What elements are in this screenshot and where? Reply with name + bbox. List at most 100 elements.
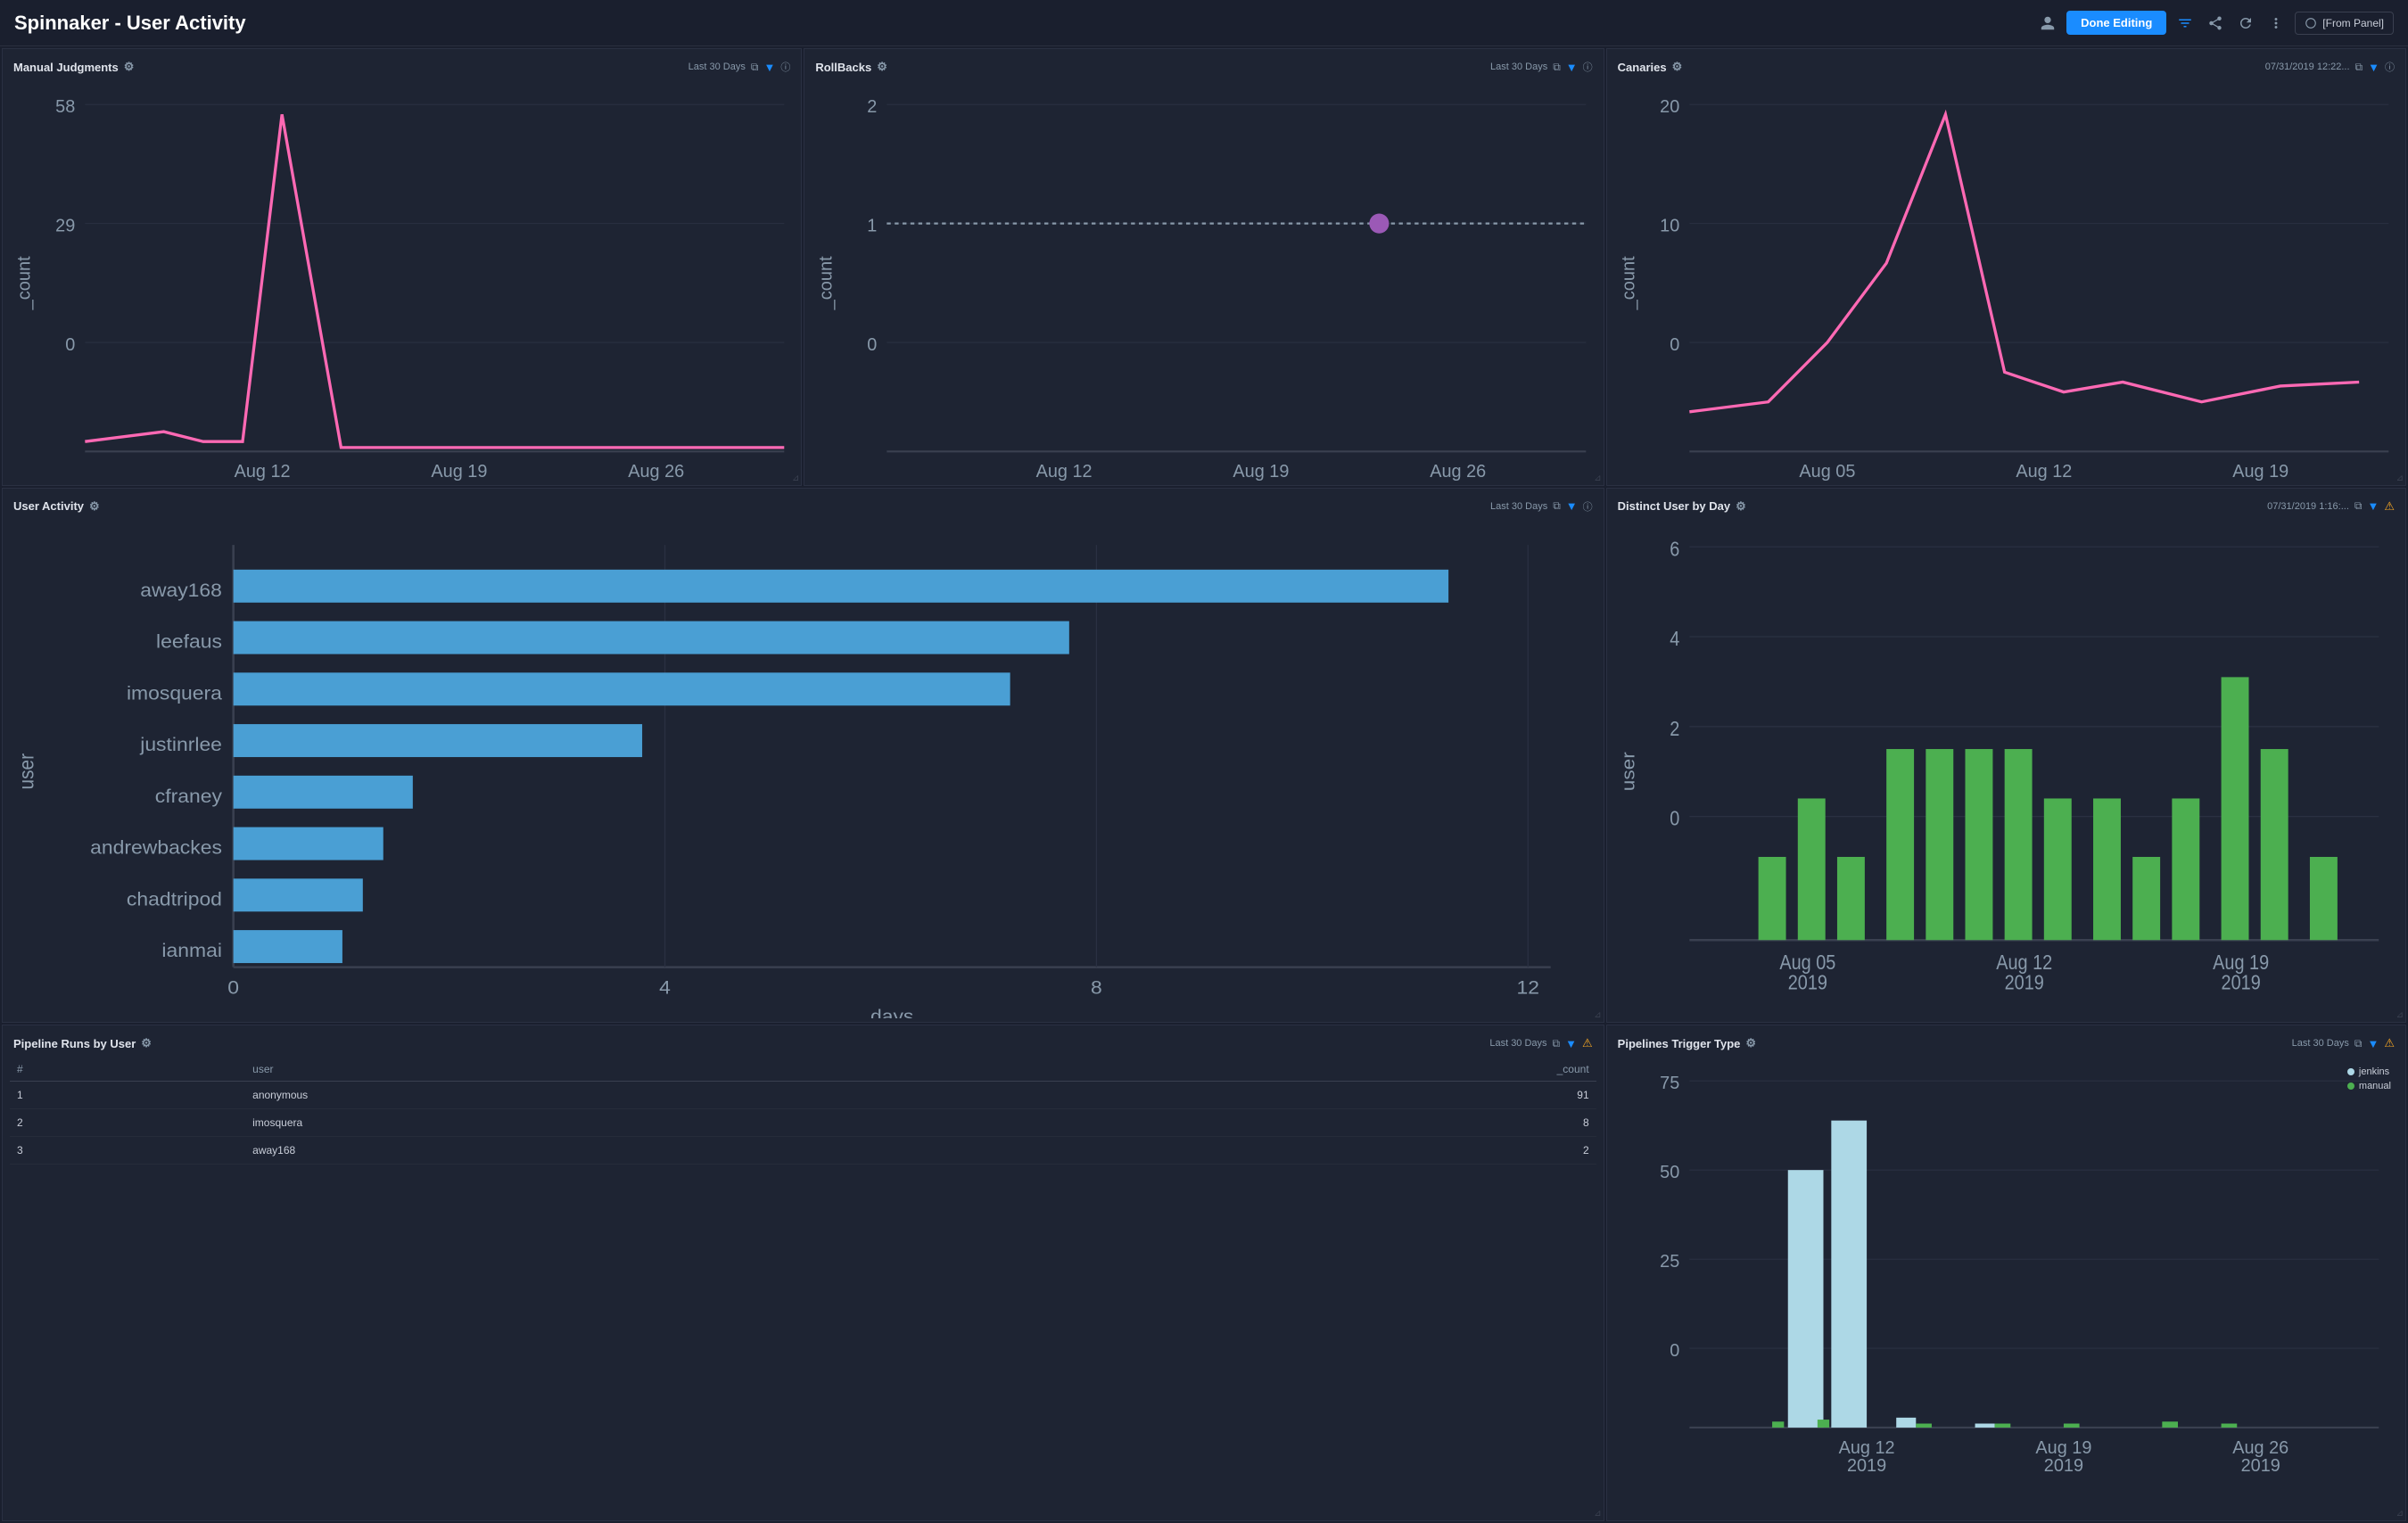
pipeline-runs-filter-icon[interactable]: ▼ bbox=[1565, 1037, 1577, 1050]
resize-handle-canaries[interactable]: ⊿ bbox=[2396, 473, 2404, 483]
user-activity-filter-icon[interactable]: ▼ bbox=[1566, 499, 1578, 513]
svg-text:cfraney: cfraney bbox=[155, 786, 222, 807]
done-editing-button[interactable]: Done Editing bbox=[2066, 11, 2166, 35]
svg-text:2019: 2019 bbox=[2043, 1456, 2082, 1476]
rollbacks-filter-icon[interactable]: ▼ bbox=[1566, 61, 1578, 74]
user-icon-button[interactable] bbox=[2036, 12, 2059, 35]
svg-text:2019: 2019 bbox=[1787, 971, 1827, 994]
svg-text:away168: away168 bbox=[140, 580, 222, 601]
panel-pipelines-trigger-header: Pipelines Trigger Type ⚙ Last 30 Days ⧉ … bbox=[1607, 1025, 2405, 1058]
manual-judgments-chart: 58 29 0 Aug 12 2019 Aug 19 2019 Aug 26 2… bbox=[3, 81, 801, 485]
filter-icon-button[interactable] bbox=[2173, 12, 2197, 35]
panel-pipeline-runs-controls: Last 30 Days ⧉ ▼ ⚠ bbox=[1489, 1036, 1592, 1050]
panel-rollbacks: RollBacks ⚙ Last 30 Days ⧉ ▼ ⓘ 2 1 0 Aug… bbox=[804, 48, 1604, 486]
manual-judgments-gear-icon[interactable]: ⚙ bbox=[124, 60, 135, 74]
rollbacks-chart: 2 1 0 Aug 12 2019 Aug 19 2019 Aug 26 201… bbox=[804, 81, 1603, 485]
refresh-icon-button[interactable] bbox=[2234, 12, 2257, 35]
pipeline-runs-table: # user _count 1 anonymous 91 2 imosquera… bbox=[10, 1058, 1596, 1165]
svg-text:2019: 2019 bbox=[1807, 480, 1846, 481]
svg-text:leefaus: leefaus bbox=[156, 630, 222, 652]
legend-dot-jenkins bbox=[2347, 1068, 2354, 1075]
distinct-user-copy-icon[interactable]: ⧉ bbox=[2354, 499, 2363, 513]
canaries-filter-icon[interactable]: ▼ bbox=[2368, 61, 2379, 74]
pipelines-trigger-copy-icon[interactable]: ⧉ bbox=[2354, 1037, 2363, 1050]
svg-text:2019: 2019 bbox=[2004, 971, 2043, 994]
svg-text:0: 0 bbox=[1670, 807, 1679, 830]
panel-pipelines-trigger-title: Pipelines Trigger Type ⚙ bbox=[1618, 1036, 1756, 1050]
pipeline-runs-row-1[interactable]: 1 anonymous 91 bbox=[10, 1082, 1596, 1109]
count-2: 8 bbox=[1056, 1109, 1596, 1137]
svg-text:6: 6 bbox=[1670, 538, 1679, 561]
rollbacks-info-icon[interactable]: ⓘ bbox=[1583, 60, 1593, 74]
rank-2: 2 bbox=[10, 1109, 245, 1137]
col-header-user: user bbox=[245, 1058, 1056, 1082]
pipeline-runs-table-container: # user _count 1 anonymous 91 2 imosquera… bbox=[3, 1058, 1604, 1520]
panel-distinct-user-by-day-title: Distinct User by Day ⚙ bbox=[1618, 499, 1746, 514]
user-2: imosquera bbox=[245, 1109, 1056, 1137]
from-panel-button[interactable]: [From Panel] bbox=[2295, 12, 2394, 35]
distinct-user-chart: user 6 4 2 0 Aug 05 2019 Aug 12 2019 Aug… bbox=[1607, 521, 2405, 1022]
legend-label-manual: manual bbox=[2359, 1081, 2391, 1091]
share-icon-button[interactable] bbox=[2204, 12, 2227, 35]
rank-3: 3 bbox=[10, 1137, 245, 1165]
svg-text:0: 0 bbox=[1670, 1341, 1679, 1361]
panel-user-activity: User Activity ⚙ Last 30 Days ⧉ ▼ ⓘ user … bbox=[2, 488, 1604, 1023]
svg-text:0: 0 bbox=[227, 976, 239, 998]
rollbacks-gear-icon[interactable]: ⚙ bbox=[877, 60, 887, 74]
from-panel-label: [From Panel] bbox=[2322, 17, 2384, 29]
pipeline-runs-gear-icon[interactable]: ⚙ bbox=[141, 1036, 152, 1050]
more-icon-button[interactable] bbox=[2264, 12, 2288, 35]
legend-manual: manual bbox=[2347, 1081, 2391, 1091]
canaries-chart: 20 10 0 Aug 05 2019 Aug 12 2019 Aug 19 2… bbox=[1607, 81, 2405, 485]
svg-text:0: 0 bbox=[1670, 335, 1679, 355]
manual-judgments-info-icon[interactable]: ⓘ bbox=[780, 60, 790, 74]
canaries-info-icon[interactable]: ⓘ bbox=[2385, 60, 2395, 74]
user-activity-copy-icon[interactable]: ⧉ bbox=[1553, 499, 1561, 513]
canaries-gear-icon[interactable]: ⚙ bbox=[1672, 60, 1683, 74]
svg-text:20: 20 bbox=[1660, 97, 1679, 117]
svg-text:Aug 05: Aug 05 bbox=[1799, 462, 1855, 482]
manual-judgments-copy-icon[interactable]: ⧉ bbox=[751, 61, 759, 74]
pipeline-runs-row-2[interactable]: 2 imosquera 8 bbox=[10, 1109, 1596, 1137]
panel-manual-judgments-title: Manual Judgments ⚙ bbox=[13, 60, 134, 74]
user-activity-gear-icon[interactable]: ⚙ bbox=[89, 499, 100, 514]
panel-rollbacks-controls: Last 30 Days ⧉ ▼ ⓘ bbox=[1490, 60, 1593, 74]
panel-rollbacks-title: RollBacks ⚙ bbox=[815, 60, 887, 74]
distinct-user-gear-icon[interactable]: ⚙ bbox=[1736, 499, 1746, 514]
svg-text:_count: _count bbox=[817, 256, 837, 311]
panel-user-activity-header: User Activity ⚙ Last 30 Days ⧉ ▼ ⓘ bbox=[3, 489, 1604, 521]
user-3: away168 bbox=[245, 1137, 1056, 1165]
svg-text:Aug 12: Aug 12 bbox=[2016, 462, 2072, 482]
panel-canaries-controls: 07/31/2019 12:22... ⧉ ▼ ⓘ bbox=[2265, 60, 2395, 74]
canaries-copy-icon[interactable]: ⧉ bbox=[2355, 61, 2363, 74]
resize-handle-pipelines-trigger[interactable]: ⊿ bbox=[2396, 1509, 2404, 1519]
svg-text:2019: 2019 bbox=[1439, 480, 1478, 481]
pipeline-runs-copy-icon[interactable]: ⧉ bbox=[1553, 1037, 1561, 1050]
svg-text:2: 2 bbox=[1670, 717, 1679, 740]
pipelines-trigger-filter-icon[interactable]: ▼ bbox=[2367, 1037, 2379, 1050]
resize-handle-manual-judgments[interactable]: ⊿ bbox=[792, 473, 799, 483]
pipelines-trigger-chart: jenkins manual 75 50 25 0 Aug 12 bbox=[1607, 1058, 2405, 1520]
resize-handle-pipeline-runs[interactable]: ⊿ bbox=[1594, 1509, 1601, 1519]
resize-handle-rollbacks[interactable]: ⊿ bbox=[1594, 473, 1601, 483]
resize-handle-distinct-user[interactable]: ⊿ bbox=[2396, 1010, 2404, 1020]
resize-handle-user-activity[interactable]: ⊿ bbox=[1594, 1010, 1601, 1020]
distinct-user-filter-icon[interactable]: ▼ bbox=[2367, 499, 2379, 513]
svg-text:25: 25 bbox=[1660, 1252, 1679, 1272]
svg-text:2019: 2019 bbox=[1044, 480, 1084, 481]
panel-pipelines-trigger-type: Pipelines Trigger Type ⚙ Last 30 Days ⧉ … bbox=[1606, 1025, 2406, 1521]
panel-pipelines-trigger-controls: Last 30 Days ⧉ ▼ ⚠ bbox=[2292, 1036, 2395, 1050]
pipelines-trigger-gear-icon[interactable]: ⚙ bbox=[1745, 1036, 1756, 1050]
svg-text:2019: 2019 bbox=[1847, 1456, 1886, 1476]
svg-text:0: 0 bbox=[868, 335, 878, 355]
svg-text:2019: 2019 bbox=[440, 480, 479, 481]
page-title: Spinnaker - User Activity bbox=[14, 12, 2036, 35]
panel-user-activity-title: User Activity ⚙ bbox=[13, 499, 100, 514]
user-activity-info-icon[interactable]: ⓘ bbox=[1583, 499, 1593, 514]
rank-1: 1 bbox=[10, 1082, 245, 1109]
manual-judgments-filter-icon[interactable]: ▼ bbox=[763, 61, 775, 74]
pipeline-runs-row-3[interactable]: 3 away168 2 bbox=[10, 1137, 1596, 1165]
rollbacks-copy-icon[interactable]: ⧉ bbox=[1553, 61, 1561, 74]
panel-manual-judgments: Manual Judgments ⚙ Last 30 Days ⧉ ▼ ⓘ 58… bbox=[2, 48, 802, 486]
svg-text:Aug 12: Aug 12 bbox=[1036, 462, 1093, 482]
